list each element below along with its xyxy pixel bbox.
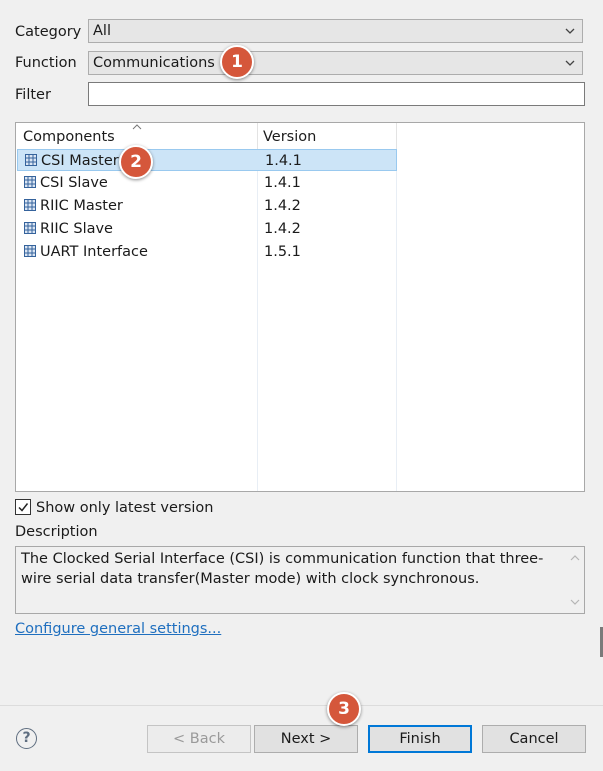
step-badge-2: 2 bbox=[119, 145, 153, 179]
function-combo[interactable]: Communications bbox=[88, 51, 583, 75]
step-badge-3: 3 bbox=[327, 692, 361, 726]
description-scrollbar[interactable] bbox=[568, 549, 582, 611]
table-row[interactable]: CSI Master 1.4.1 bbox=[17, 149, 397, 171]
help-icon[interactable]: ? bbox=[16, 728, 37, 749]
table-row[interactable]: RIIC Slave 1.4.2 bbox=[17, 218, 397, 240]
component-name: RIIC Master bbox=[40, 198, 123, 214]
component-version: 1.4.1 bbox=[264, 175, 301, 191]
column-divider[interactable] bbox=[396, 123, 397, 149]
component-name: CSI Slave bbox=[40, 175, 108, 191]
configure-settings-link[interactable]: Configure general settings... bbox=[15, 619, 221, 639]
column-header-version[interactable]: Version bbox=[263, 127, 316, 147]
function-value: Communications bbox=[93, 55, 215, 71]
checkmark-icon bbox=[18, 503, 29, 512]
components-table: Components Version CSI Master 1.4.1 CSI … bbox=[15, 122, 585, 492]
finish-button[interactable]: Finish bbox=[368, 725, 472, 753]
back-button[interactable]: < Back bbox=[147, 725, 251, 753]
component-version: 1.4.2 bbox=[264, 198, 301, 214]
column-header-components[interactable]: Components bbox=[23, 127, 115, 147]
show-latest-checkbox[interactable] bbox=[15, 499, 31, 515]
component-name: RIIC Slave bbox=[40, 221, 113, 237]
scroll-up-icon[interactable] bbox=[569, 553, 581, 563]
sort-up-icon[interactable] bbox=[132, 123, 142, 131]
table-row[interactable]: CSI Slave 1.4.1 bbox=[17, 172, 397, 194]
window-top bbox=[0, 0, 603, 5]
chevron-down-icon bbox=[565, 28, 575, 34]
filter-label: Filter bbox=[15, 87, 51, 103]
grid-component-icon bbox=[24, 199, 36, 211]
component-version: 1.4.1 bbox=[265, 153, 302, 169]
cancel-button[interactable]: Cancel bbox=[482, 725, 586, 753]
description-label: Description bbox=[15, 524, 98, 540]
description-box[interactable]: The Clocked Serial Interface (CSI) is co… bbox=[15, 546, 585, 614]
component-version: 1.5.1 bbox=[264, 244, 301, 260]
grid-component-icon bbox=[24, 245, 36, 257]
chevron-down-icon bbox=[565, 60, 575, 66]
function-label: Function bbox=[15, 55, 77, 71]
step-badge-1: 1 bbox=[220, 45, 254, 79]
component-name: UART Interface bbox=[40, 244, 148, 260]
grid-component-icon bbox=[25, 154, 37, 166]
description-text: The Clocked Serial Interface (CSI) is co… bbox=[21, 551, 544, 587]
column-divider[interactable] bbox=[257, 123, 258, 149]
component-version: 1.4.2 bbox=[264, 221, 301, 237]
category-value: All bbox=[93, 23, 111, 39]
grid-component-icon bbox=[24, 176, 36, 188]
next-button[interactable]: Next > bbox=[254, 725, 358, 753]
table-row[interactable]: UART Interface 1.5.1 bbox=[17, 241, 397, 263]
show-latest-label[interactable]: Show only latest version bbox=[36, 498, 214, 518]
grid-component-icon bbox=[24, 222, 36, 234]
component-name: CSI Master bbox=[41, 153, 119, 169]
scroll-down-icon[interactable] bbox=[569, 597, 581, 607]
filter-input[interactable] bbox=[88, 82, 585, 106]
table-row[interactable]: RIIC Master 1.4.2 bbox=[17, 195, 397, 217]
category-combo[interactable]: All bbox=[88, 19, 583, 43]
footer-separator bbox=[0, 705, 603, 706]
category-label: Category bbox=[15, 24, 82, 40]
